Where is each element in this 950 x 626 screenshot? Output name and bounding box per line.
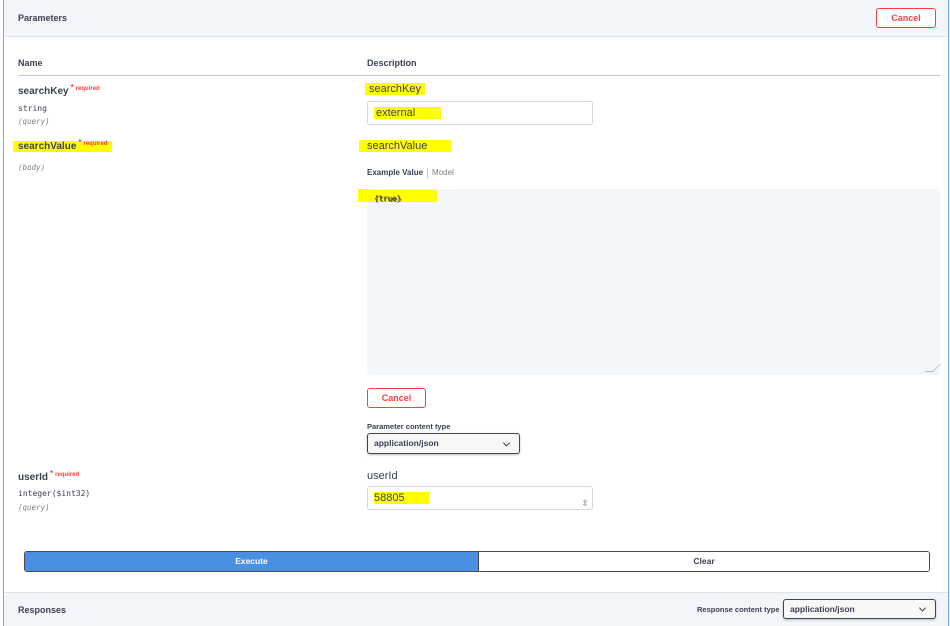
- column-header-description: Description: [367, 58, 417, 68]
- param-content-type-label: Parameter content type: [367, 422, 451, 431]
- number-spinner-icon[interactable]: ⇳: [581, 493, 589, 515]
- required-marker: * required: [50, 469, 80, 478]
- body-code-text: {true}: [374, 194, 402, 203]
- parameters-header: Parameters Cancel: [4, 0, 948, 37]
- param-desc-userid: userId: [367, 470, 398, 482]
- try-out-cancel-button[interactable]: Cancel: [876, 8, 936, 28]
- responses-header: Responses Response content type applicat…: [4, 592, 948, 626]
- chevron-down-icon: [918, 604, 927, 612]
- searchkey-input-value: external: [374, 107, 442, 119]
- userid-input[interactable]: 58805 ⇳: [367, 486, 593, 510]
- column-header-name: Name: [18, 58, 43, 68]
- param-type-searchkey: string: [18, 104, 47, 113]
- param-name-searchkey: searchKey * required: [18, 83, 100, 97]
- clear-button[interactable]: Clear: [478, 552, 929, 571]
- param-location-searchvalue: (body): [18, 163, 46, 172]
- response-content-type-select[interactable]: application/json: [783, 599, 936, 619]
- param-location-userid: (query): [18, 503, 50, 512]
- required-marker: * required: [78, 138, 108, 147]
- parameters-panel: Parameters Cancel Name Description searc…: [3, 0, 949, 626]
- userid-input-value: 58805: [374, 492, 429, 504]
- execute-clear-bar: Execute Clear: [24, 551, 930, 572]
- column-divider: [18, 75, 940, 76]
- execute-button[interactable]: Execute: [25, 552, 478, 571]
- tab-example-value[interactable]: Example Value: [367, 168, 423, 177]
- required-marker: * required: [70, 83, 100, 92]
- responses-title: Responses: [18, 605, 67, 615]
- param-content-type-select[interactable]: application/json: [367, 433, 520, 454]
- body-cancel-button[interactable]: Cancel: [367, 388, 426, 408]
- tab-separator: [427, 168, 429, 178]
- param-type-userid: integer($int32): [18, 489, 91, 498]
- tab-model[interactable]: Model: [432, 168, 454, 177]
- param-desc-searchkey: searchKey: [365, 83, 425, 95]
- param-location-searchkey: (query): [18, 117, 50, 126]
- param-name-searchvalue: searchValue * required: [13, 138, 112, 152]
- searchkey-input[interactable]: external: [367, 101, 593, 125]
- response-content-type-label: Response content type: [697, 605, 780, 614]
- body-textarea-bg-top: [437, 189, 940, 202]
- chevron-down-icon: [502, 438, 511, 447]
- example-model-tabs: Example Value Model: [367, 168, 454, 178]
- body-textarea-bg: [367, 202, 940, 375]
- param-desc-searchvalue: searchValue: [359, 140, 452, 152]
- parameters-title: Parameters: [18, 13, 68, 23]
- param-name-userid: userId * required: [18, 469, 80, 483]
